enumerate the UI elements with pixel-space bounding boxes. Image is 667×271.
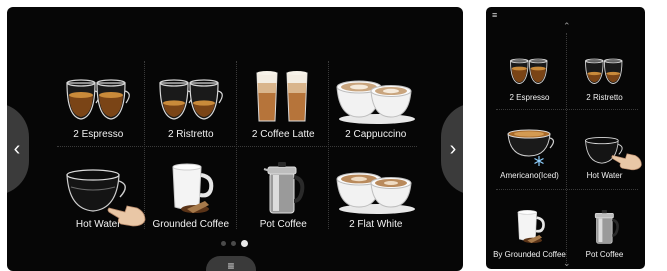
menu-button[interactable]: ≡ [206,256,256,271]
drink-tile-2-coffee-latte[interactable]: 2 Coffee Latte [237,57,330,147]
previous-page-button[interactable]: ‹ [7,103,29,195]
drink-label: 2 Espresso [509,92,550,102]
pointing-hand-icon [611,153,642,170]
drink-tile-americano-iced[interactable]: Americano(Iced) [492,110,567,189]
double-espresso-glass-icon [509,58,547,84]
pointing-hand-icon [107,205,146,227]
drink-label: 2 Ristretto [586,92,623,102]
main-screen: 2 Espresso 2 Ristretto 2 Coffee Latte 2 … [7,7,463,271]
drink-tile-hot-water[interactable]: Hot Water [52,147,146,237]
menu-icon: ≡ [227,259,235,271]
drink-label: Pot Coffee [585,249,624,259]
iced-americano-cup-icon [506,129,554,167]
page-dot-active[interactable] [241,240,248,247]
drink-tile-2-ristretto[interactable]: 2 Ristretto [145,57,238,147]
drink-tile-hot-water[interactable]: Hot Water [567,110,642,189]
next-page-button[interactable]: › [441,103,463,195]
snowflake-icon [533,156,544,167]
double-latte-glass-icon [256,71,308,122]
drink-label: 2 Coffee Latte [251,129,315,140]
ground-coffee-mug-icon [517,209,545,243]
drink-tile-2-flat-white[interactable]: 2 Flat White [330,147,423,237]
drink-label: Grounded Coffee [152,219,230,230]
chevron-left-icon: ‹ [13,137,21,160]
drink-label: 2 Ristretto [167,129,214,140]
drink-tile-2-espresso[interactable]: 2 Espresso [52,57,145,147]
drink-label: Americano(Iced) [500,171,559,181]
drink-tile-2-cappuccino[interactable]: 2 Cappuccino [330,57,423,147]
coffee-pot-icon [594,210,619,244]
drink-label: Pot Coffee [259,219,307,230]
page-dot[interactable] [221,241,226,246]
drink-tile-pot-coffee[interactable]: Pot Coffee [567,188,642,267]
chevron-right-icon: › [449,137,457,160]
drink-tile-2-ristretto[interactable]: 2 Ristretto [567,31,642,110]
page-dot[interactable] [231,241,236,246]
double-ristretto-glass-icon [584,58,622,84]
drink-tile-by-grounded-coffee[interactable]: By Grounded Coffee [492,188,567,267]
drink-label: Hot Water [586,171,623,181]
double-espresso-glass-icon [66,79,131,120]
menu-icon[interactable]: ≡ [492,10,497,20]
drink-grid: 2 Espresso 2 Ristretto 2 Coffee Latte 2 … [52,57,422,237]
drink-label: 2 Espresso [73,129,124,140]
drink-label: By Grounded Coffee [493,249,566,259]
double-cappuccino-cup-icon [336,80,415,124]
side-screen: ≡ ⌃ ⌄ 2 Espresso 2 Ristretto Americano(I… [486,7,645,269]
drink-label: 2 Cappuccino [345,129,407,140]
drink-grid: 2 Espresso 2 Ristretto Americano(Iced) H… [492,31,642,267]
drink-label: 2 Flat White [349,219,403,230]
drink-tile-grounded-coffee[interactable]: Grounded Coffee [145,147,238,237]
ground-coffee-mug-icon [172,163,214,213]
double-flat-white-cup-icon [336,172,415,214]
page-indicator [221,240,248,247]
double-ristretto-glass-icon [159,79,223,120]
drink-tile-pot-coffee[interactable]: Pot Coffee [237,147,330,237]
drink-tile-2-espresso[interactable]: 2 Espresso [492,31,567,110]
coffee-pot-icon [263,162,305,214]
